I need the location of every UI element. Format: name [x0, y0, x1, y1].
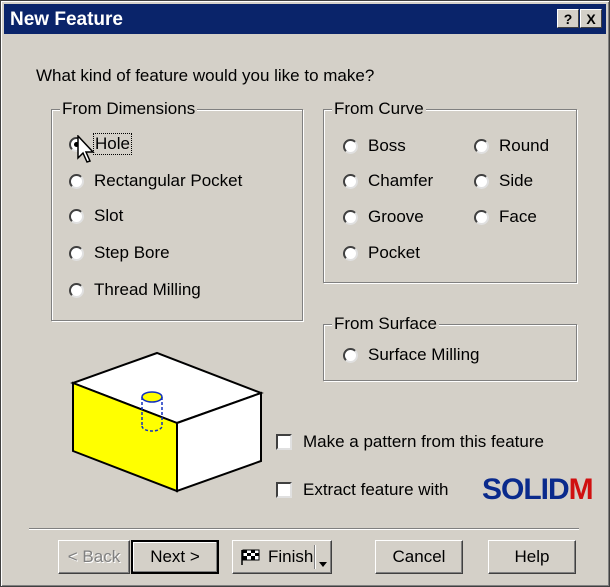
extract-checkbox-label: Extract feature with	[303, 480, 449, 499]
window-title: New Feature	[10, 9, 123, 30]
radio-step-bore[interactable]: Step Bore	[69, 241, 170, 265]
radio-button[interactable]	[69, 282, 84, 298]
prompt-text: What kind of feature would you like to m…	[36, 66, 375, 85]
radio-surface-milling[interactable]: Surface Milling	[343, 343, 480, 367]
from-surface-legend: From Surface	[332, 314, 439, 334]
checkbox-box[interactable]	[276, 434, 292, 450]
radio-boss[interactable]: Boss	[343, 134, 406, 158]
pattern-checkbox-label: Make a pattern from this feature	[303, 432, 544, 451]
radio-label-round: Round	[499, 136, 550, 155]
checkered-flag-icon	[241, 549, 260, 565]
radio-label-rectangular-pocket: Rectangular Pocket	[94, 171, 243, 190]
radio-button[interactable]	[69, 245, 84, 261]
extract-checkbox[interactable]: Extract feature with	[276, 479, 449, 501]
radio-label-side: Side	[499, 171, 534, 190]
close-button[interactable]: X	[580, 9, 602, 28]
radio-button[interactable]	[69, 208, 84, 224]
checkbox-box[interactable]	[276, 482, 292, 498]
radio-label-step-bore: Step Bore	[94, 243, 170, 262]
finish-button[interactable]: Finish	[232, 540, 332, 574]
radio-button[interactable]	[474, 138, 489, 154]
finish-button-label: Finish	[268, 547, 314, 566]
radio-label-slot: Slot	[94, 206, 124, 225]
next-button[interactable]: Next >	[131, 540, 219, 574]
mouse-cursor-icon	[77, 135, 95, 163]
solidcam-logo: SOLIDM	[482, 473, 594, 507]
pattern-checkbox[interactable]: Make a pattern from this feature	[276, 431, 544, 453]
from-curve-legend: From Curve	[332, 99, 426, 119]
radio-button[interactable]	[343, 209, 358, 225]
radio-button[interactable]	[474, 209, 489, 225]
help-title-button[interactable]: ?	[557, 9, 579, 28]
separator	[29, 528, 579, 530]
radio-button[interactable]	[343, 347, 358, 363]
finish-split-divider	[314, 545, 315, 569]
radio-button[interactable]	[343, 245, 358, 261]
radio-button[interactable]	[474, 173, 489, 189]
radio-label-surface-milling: Surface Milling	[368, 345, 480, 364]
logo-part1: SOLID	[482, 473, 570, 506]
radio-chamfer[interactable]: Chamfer	[343, 169, 433, 193]
from-dimensions-legend: From Dimensions	[60, 99, 198, 119]
radio-face[interactable]: Face	[474, 205, 537, 229]
radio-slot[interactable]: Slot	[69, 204, 123, 228]
radio-side[interactable]: Side	[474, 169, 533, 193]
radio-groove[interactable]: Groove	[343, 205, 424, 229]
back-button-label: < Back	[67, 547, 121, 566]
radio-label-chamfer: Chamfer	[368, 171, 434, 190]
dropdown-arrow-icon[interactable]	[319, 553, 328, 573]
radio-label-thread-milling: Thread Milling	[94, 280, 201, 299]
logo-part2: M	[568, 473, 594, 506]
help-button-label: Help	[514, 547, 550, 566]
radio-round[interactable]: Round	[474, 134, 549, 158]
radio-button[interactable]	[343, 173, 358, 189]
cancel-button-label: Cancel	[392, 547, 446, 566]
radio-button[interactable]	[69, 173, 84, 189]
radio-pocket[interactable]: Pocket	[343, 241, 420, 265]
radio-thread-milling[interactable]: Thread Milling	[69, 278, 201, 302]
feature-preview-image	[70, 351, 264, 493]
radio-label-groove: Groove	[368, 207, 424, 226]
radio-label-hole: Hole	[93, 133, 132, 155]
help-button[interactable]: Help	[488, 540, 576, 574]
back-button[interactable]: < Back	[58, 540, 130, 574]
radio-label-face: Face	[499, 207, 537, 226]
new-feature-dialog: New Feature ? X What kind of feature wou…	[0, 0, 610, 587]
title-bar: New Feature ? X	[4, 4, 606, 34]
radio-label-boss: Boss	[368, 136, 406, 155]
cancel-button[interactable]: Cancel	[375, 540, 463, 574]
radio-button[interactable]	[343, 138, 358, 154]
next-button-label: Next >	[150, 547, 200, 566]
radio-label-pocket: Pocket	[368, 243, 420, 262]
radio-rectangular-pocket[interactable]: Rectangular Pocket	[69, 169, 242, 193]
